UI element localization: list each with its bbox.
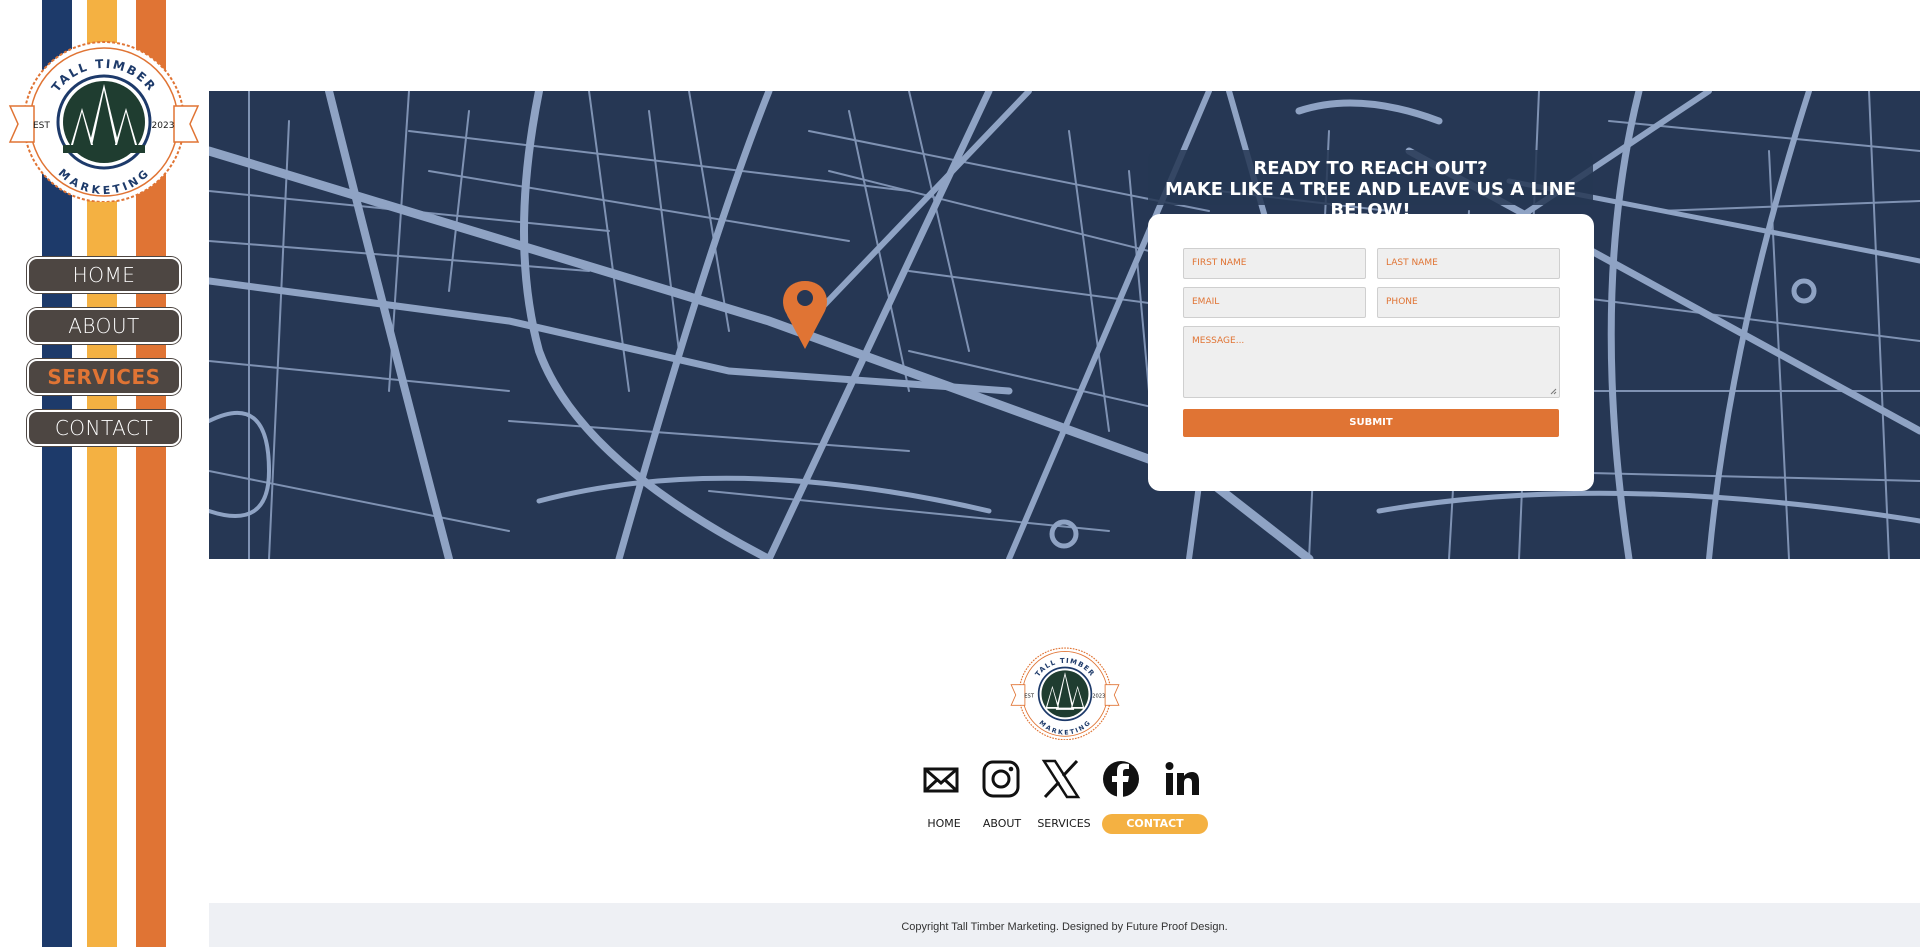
copyright-text: Copyright Tall Timber Marketing. Designe… bbox=[901, 921, 1228, 933]
contact-form: FIRST NAME LAST NAME EMAIL PHONE MESSAGE… bbox=[1148, 214, 1594, 491]
left-rail: EST 2023 TALL TIMBER MARKETING HOME ABOUT… bbox=[0, 0, 209, 947]
est-right-text: 2023 bbox=[152, 121, 175, 131]
submit-button[interactable]: SUBMIT bbox=[1183, 409, 1559, 437]
footer-nav-about-link[interactable]: ABOUT bbox=[978, 814, 1026, 834]
footer-logo[interactable]: EST 2023 TALL TIMBER MARKETING bbox=[1010, 642, 1120, 741]
nav-contact-button[interactable]: CONTACT bbox=[27, 410, 181, 446]
social-links bbox=[919, 757, 1209, 805]
contact-heading: READY TO REACH OUT? MAKE LIKE A TREE AND… bbox=[1148, 150, 1593, 221]
est-left-text: EST bbox=[33, 121, 50, 131]
footer-est-left: EST bbox=[1024, 693, 1035, 699]
phone-field[interactable]: PHONE bbox=[1377, 287, 1560, 318]
main-nav: HOME ABOUT SERVICES CONTACT bbox=[27, 257, 182, 461]
first-name-field[interactable]: FIRST NAME bbox=[1183, 248, 1366, 279]
nav-services-button[interactable]: SERVICES bbox=[27, 359, 181, 395]
contact-heading-line1: READY TO REACH OUT? bbox=[1253, 158, 1488, 179]
x-icon[interactable] bbox=[1039, 757, 1083, 801]
last-name-field[interactable]: LAST NAME bbox=[1377, 248, 1560, 279]
resize-handle-icon[interactable] bbox=[1550, 388, 1557, 395]
email-field[interactable]: EMAIL bbox=[1183, 287, 1366, 318]
facebook-icon[interactable] bbox=[1099, 757, 1143, 801]
linkedin-icon[interactable] bbox=[1159, 757, 1203, 801]
nav-home-button[interactable]: HOME bbox=[27, 257, 181, 293]
footer-nav-contact-link[interactable]: CONTACT bbox=[1102, 814, 1208, 834]
brand-logo[interactable]: EST 2023 TALL TIMBER MARKETING bbox=[8, 32, 200, 203]
instagram-icon[interactable] bbox=[979, 757, 1023, 801]
footer-est-right: 2023 bbox=[1092, 693, 1105, 699]
footer-nav-home-link[interactable]: HOME bbox=[918, 814, 970, 834]
copyright-bar: Copyright Tall Timber Marketing. Designe… bbox=[209, 903, 1920, 947]
nav-about-button[interactable]: ABOUT bbox=[27, 308, 181, 344]
email-icon[interactable] bbox=[919, 757, 963, 801]
message-placeholder: MESSAGE... bbox=[1192, 336, 1245, 346]
footer-nav: HOME ABOUT SERVICES CONTACT bbox=[0, 814, 1920, 834]
map-hero: READY TO REACH OUT? MAKE LIKE A TREE AND… bbox=[209, 91, 1920, 559]
message-field[interactable]: MESSAGE... bbox=[1183, 326, 1560, 398]
footer-nav-services-link[interactable]: SERVICES bbox=[1036, 814, 1092, 834]
city-map-background bbox=[209, 91, 1920, 559]
